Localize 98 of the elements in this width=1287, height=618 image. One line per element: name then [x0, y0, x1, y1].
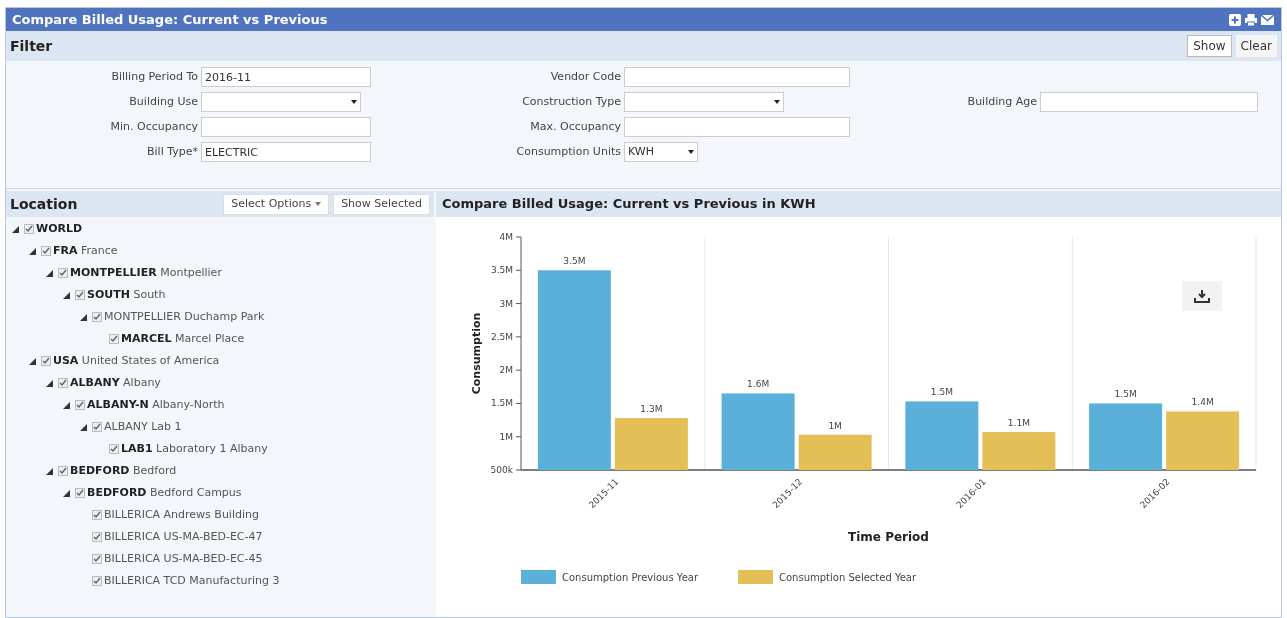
tree-item[interactable]: BEDFORD Bedford	[70, 462, 177, 480]
expand-icon[interactable]	[63, 401, 70, 409]
checkbox[interactable]	[92, 510, 102, 520]
tree-item[interactable]: ALBANY Albany	[70, 374, 161, 392]
input-field[interactable]: ELECTRIC	[201, 142, 371, 162]
show-button[interactable]: Show	[1187, 35, 1232, 57]
checkbox[interactable]	[92, 576, 102, 586]
checkbox[interactable]	[41, 356, 51, 366]
tree-item[interactable]: ALBANY Lab 1	[104, 418, 182, 436]
axis-label: 2M	[499, 365, 513, 376]
input-field[interactable]	[1040, 92, 1258, 112]
expand-icon[interactable]	[46, 379, 53, 387]
field-label: Min. Occupancy	[110, 119, 198, 133]
caret-icon	[351, 100, 357, 104]
panel-title: Filter	[10, 36, 53, 56]
checkbox[interactable]	[75, 290, 85, 300]
chart-title: Compare Billed Usage: Current vs Previous in KWH	[442, 195, 816, 214]
checkbox[interactable]	[75, 488, 85, 498]
tree-item[interactable]: MONTPELLIER Montpellier	[70, 264, 222, 282]
checkbox[interactable]	[109, 444, 119, 454]
axis-title: Time Period	[848, 530, 929, 544]
checkbox[interactable]	[92, 312, 102, 322]
value-label: 1.5M	[930, 387, 953, 398]
expand-icon[interactable]	[46, 467, 53, 475]
value-label: 1.3M	[640, 404, 663, 415]
input-field[interactable]	[624, 67, 850, 87]
tree-item[interactable]: MARCEL Marcel Place	[121, 330, 245, 348]
tree-item[interactable]: ALBANY-N Albany-North	[87, 396, 225, 414]
input-field[interactable]	[201, 117, 371, 137]
legend-label: Consumption Selected Year	[779, 572, 917, 583]
tree-item[interactable]: MONTPELLIER Duchamp Park	[104, 308, 265, 326]
field-label: Consumption Units	[516, 144, 621, 158]
field-label: Construction Type	[522, 94, 621, 108]
value-label: 1.5M	[1114, 389, 1137, 400]
input-field[interactable]	[624, 117, 850, 137]
tree-item[interactable]: BEDFORD Bedford Campus	[87, 484, 242, 502]
tree-item[interactable]: FRA France	[53, 242, 118, 260]
dropdown[interactable]: KWH	[624, 142, 698, 162]
tree-item[interactable]: LAB1 Laboratory 1 Albany	[121, 440, 268, 458]
axis-label: 500k	[490, 465, 513, 475]
axis-label: 4M	[499, 232, 513, 242]
checkbox[interactable]	[41, 246, 51, 256]
field-label: Vendor Code	[550, 69, 621, 83]
expand-icon[interactable]	[63, 489, 70, 497]
expand-icon[interactable]	[46, 269, 53, 277]
expand-icon[interactable]	[29, 357, 36, 365]
checkbox[interactable]	[58, 268, 68, 278]
checkbox[interactable]	[75, 400, 85, 410]
input-field[interactable]: 2016-11	[201, 67, 371, 87]
tree-item[interactable]: BILLERICA Andrews Building	[104, 506, 259, 524]
checkbox[interactable]	[92, 422, 102, 432]
axis-title: Consumption	[470, 312, 483, 395]
value-label: 1.1M	[1007, 418, 1030, 429]
axis-label: 3M	[499, 298, 513, 309]
mail-icon[interactable]	[1260, 12, 1275, 27]
expand-icon[interactable]	[12, 225, 19, 233]
field-label: Max. Occupancy	[530, 119, 621, 133]
tree-item[interactable]: BILLERICA TCD Manufacturing 3	[104, 572, 280, 590]
field-label: Building Use	[129, 94, 198, 108]
axis-label: 1.5M	[490, 398, 513, 409]
window-title: Compare Billed Usage: Current vs Previous	[12, 10, 328, 29]
field-label: Bill Type*	[147, 144, 198, 158]
tree-item[interactable]: WORLD	[36, 220, 83, 238]
caret-icon	[688, 150, 694, 154]
tree-item[interactable]: BILLERICA US-MA-BED-EC-47	[104, 528, 263, 546]
clear-button[interactable]: Clear	[1235, 35, 1277, 57]
field-label: Billing Period To	[111, 69, 198, 83]
value-label: 3.5M	[563, 256, 586, 267]
axis-label: 3.5M	[490, 265, 513, 276]
field-label: Building Age	[967, 94, 1037, 108]
tree-item[interactable]: USA United States of America	[53, 352, 220, 370]
show-selected-button[interactable]: Show Selected	[333, 193, 430, 215]
caret-icon	[315, 202, 322, 206]
caret-icon	[774, 100, 780, 104]
expand-icon[interactable]	[80, 423, 87, 431]
checkbox[interactable]	[24, 224, 34, 234]
value-label: 1M	[828, 420, 842, 431]
expand-icon[interactable]	[29, 247, 36, 255]
checkbox[interactable]	[58, 466, 68, 476]
panel-title: Location	[10, 194, 78, 214]
legend-label: Consumption Previous Year	[562, 572, 699, 583]
tree-item[interactable]: SOUTH South	[87, 286, 166, 304]
checkbox[interactable]	[58, 378, 68, 388]
checkbox[interactable]	[92, 532, 102, 542]
expand-icon[interactable]	[80, 313, 87, 321]
download-button[interactable]	[1182, 281, 1222, 311]
axis-label: 2.5M	[490, 331, 513, 342]
checkbox[interactable]	[109, 334, 119, 344]
tree-item[interactable]: BILLERICA US-MA-BED-EC-45	[104, 550, 263, 568]
checkbox[interactable]	[92, 554, 102, 564]
print-icon[interactable]	[1244, 12, 1258, 27]
axis-label: 1M	[499, 431, 513, 442]
options-dropdown[interactable]: Select Options	[223, 193, 330, 215]
add-icon[interactable]	[1228, 12, 1242, 27]
value-label: 1.6M	[747, 379, 770, 390]
value-label: 1.4M	[1191, 397, 1214, 408]
download-icon	[1194, 289, 1210, 303]
expand-icon[interactable]	[63, 291, 70, 299]
